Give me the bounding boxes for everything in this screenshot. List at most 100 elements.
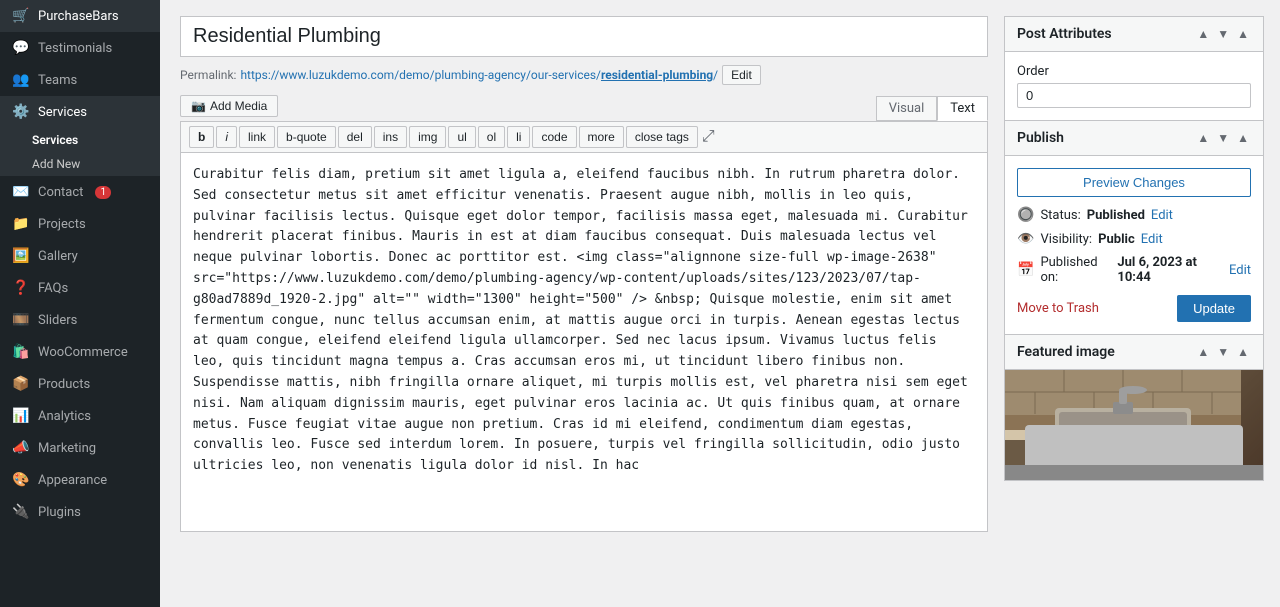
sidebar-item-contact[interactable]: ✉️ Contact 1: [0, 176, 160, 208]
publish-toggle[interactable]: ▲: [1235, 129, 1251, 147]
permalink-link[interactable]: https://www.luzukdemo.com/demo/plumbing-…: [240, 68, 718, 82]
services-icon: ⚙️: [12, 104, 30, 120]
featured-image-controls: ▲ ▼ ▲: [1195, 343, 1251, 361]
sidebar-item-teams[interactable]: 👥 Teams: [0, 64, 160, 96]
plugins-icon: 🔌: [12, 504, 30, 520]
format-li[interactable]: li: [507, 126, 530, 148]
format-bquote[interactable]: b-quote: [277, 126, 336, 148]
permalink-row: Permalink: https://www.luzukdemo.com/dem…: [180, 65, 988, 85]
sidebar-item-woocommerce[interactable]: 🛍️ WooCommerce: [0, 336, 160, 368]
status-edit-link[interactable]: Edit: [1151, 208, 1173, 223]
publish-controls: ▲ ▼ ▲: [1195, 129, 1251, 147]
format-italic[interactable]: i: [216, 126, 237, 148]
publish-date-row: 📅 Published on: Jul 6, 2023 at 10:44 Edi…: [1017, 255, 1251, 285]
sidebar-item-faqs[interactable]: ❓ FAQs: [0, 272, 160, 304]
publish-body: Preview Changes 🔘 Status: Published Edit…: [1005, 156, 1263, 334]
sidebar-item-label: PurchaseBars: [38, 9, 119, 24]
sidebar-item-appearance[interactable]: 🎨 Appearance: [0, 464, 160, 496]
expand-editor-button[interactable]: ⤢: [700, 126, 717, 148]
post-attributes-up[interactable]: ▲: [1195, 25, 1211, 43]
format-bold[interactable]: b: [189, 126, 214, 148]
featured-image-toggle[interactable]: ▲: [1235, 343, 1251, 361]
post-attributes-header: Post Attributes ▲ ▼ ▲: [1005, 17, 1263, 52]
publish-header: Publish ▲ ▼ ▲: [1005, 121, 1263, 156]
sidebar-item-label: Contact: [38, 185, 83, 200]
post-attributes-controls: ▲ ▼ ▲: [1195, 25, 1251, 43]
editor-content[interactable]: Curabitur felis diam, pretium sit amet l…: [180, 152, 988, 532]
update-button[interactable]: Update: [1177, 295, 1251, 322]
sidebar-item-plugins[interactable]: 🔌 Plugins: [0, 496, 160, 528]
format-more[interactable]: more: [579, 126, 624, 148]
permalink-edit-button[interactable]: Edit: [722, 65, 761, 85]
sidebar-item-analytics[interactable]: 📊 Analytics: [0, 400, 160, 432]
publish-box: Publish ▲ ▼ ▲ Preview Changes 🔘 Status: …: [1004, 121, 1264, 335]
permalink-slug: residential-plumbing: [601, 68, 713, 82]
sidebar-item-sliders[interactable]: 🎞️ Sliders: [0, 304, 160, 336]
sidebar-item-gallery[interactable]: 🖼️ Gallery: [0, 240, 160, 272]
post-attributes-toggle[interactable]: ▲: [1235, 25, 1251, 43]
add-media-icon: 📷: [191, 99, 206, 113]
format-close-tags[interactable]: close tags: [626, 126, 698, 148]
sidebar-item-purchase-bars[interactable]: 🛒 PurchaseBars: [0, 0, 160, 32]
sidebar-item-products[interactable]: 📦 Products: [0, 368, 160, 400]
sidebar-item-projects[interactable]: 📁 Projects: [0, 208, 160, 240]
format-link[interactable]: link: [239, 126, 275, 148]
faqs-icon: ❓: [12, 280, 30, 296]
post-attributes-title: Post Attributes: [1017, 26, 1112, 42]
tab-text[interactable]: Text: [937, 96, 988, 121]
analytics-icon: 📊: [12, 408, 30, 424]
right-sidebar: Post Attributes ▲ ▼ ▲ Order Publish ▲ ▼ …: [1004, 16, 1264, 591]
format-code[interactable]: code: [532, 126, 576, 148]
publish-visibility-row: 👁️ Visibility: Public Edit: [1017, 231, 1251, 247]
sidebar-sub-add-new[interactable]: Add New: [0, 152, 160, 176]
status-icon: 🔘: [1017, 207, 1034, 223]
featured-image-thumbnail[interactable]: [1005, 370, 1263, 480]
format-img[interactable]: img: [409, 126, 446, 148]
post-attributes-down[interactable]: ▼: [1215, 25, 1231, 43]
format-ul[interactable]: ul: [448, 126, 475, 148]
sidebar-item-label: Services: [38, 105, 87, 120]
sidebar-item-label: Marketing: [38, 441, 96, 456]
post-attributes-body: Order: [1005, 52, 1263, 120]
format-del[interactable]: del: [338, 126, 372, 148]
featured-image-up[interactable]: ▲: [1195, 343, 1211, 361]
sidebar-item-label: WooCommerce: [38, 345, 128, 360]
publish-title: Publish: [1017, 130, 1064, 146]
products-icon: 📦: [12, 376, 30, 392]
post-title-input[interactable]: [180, 16, 988, 57]
visual-text-tabs: Visual Text: [876, 96, 988, 121]
visibility-edit-link[interactable]: Edit: [1141, 232, 1163, 247]
add-media-button[interactable]: 📷 Add Media: [180, 95, 278, 117]
purchase-bars-icon: 🛒: [12, 8, 30, 24]
sidebar-sub-services[interactable]: Services: [0, 128, 160, 152]
sidebar-item-label: FAQs: [38, 281, 68, 296]
sidebar-item-label: Analytics: [38, 409, 91, 424]
sidebar-item-label: Appearance: [38, 473, 107, 488]
order-input[interactable]: [1017, 83, 1251, 108]
sidebar-item-label: Sliders: [38, 313, 77, 328]
sidebar: 🛒 PurchaseBars 💬 Testimonials 👥 Teams ⚙️…: [0, 0, 160, 607]
preview-changes-button[interactable]: Preview Changes: [1017, 168, 1251, 197]
published-edit-link[interactable]: Edit: [1229, 263, 1251, 278]
sidebar-item-services[interactable]: ⚙️ Services: [0, 96, 160, 128]
sidebar-item-label: Plugins: [38, 505, 81, 520]
projects-icon: 📁: [12, 216, 30, 232]
tab-visual[interactable]: Visual: [876, 96, 938, 121]
sidebar-item-label: Projects: [38, 217, 86, 232]
publish-down[interactable]: ▼: [1215, 129, 1231, 147]
woocommerce-icon: 🛍️: [12, 344, 30, 360]
sidebar-item-testimonials[interactable]: 💬 Testimonials: [0, 32, 160, 64]
permalink-label: Permalink:: [180, 68, 236, 82]
featured-image-down[interactable]: ▼: [1215, 343, 1231, 361]
format-ol[interactable]: ol: [478, 126, 505, 148]
format-ins[interactable]: ins: [374, 126, 407, 148]
move-trash-link[interactable]: Move to Trash: [1017, 301, 1099, 316]
published-label: Published on:: [1040, 255, 1111, 285]
format-buttons: b i link b-quote del ins img ul ol li co…: [189, 126, 717, 148]
sidebar-item-label: Gallery: [38, 249, 78, 264]
publish-up[interactable]: ▲: [1195, 129, 1211, 147]
sidebar-item-label: Testimonials: [38, 41, 112, 56]
contact-badge: 1: [95, 186, 111, 199]
sidebar-item-marketing[interactable]: 📣 Marketing: [0, 432, 160, 464]
publish-actions: Move to Trash Update: [1017, 295, 1251, 322]
